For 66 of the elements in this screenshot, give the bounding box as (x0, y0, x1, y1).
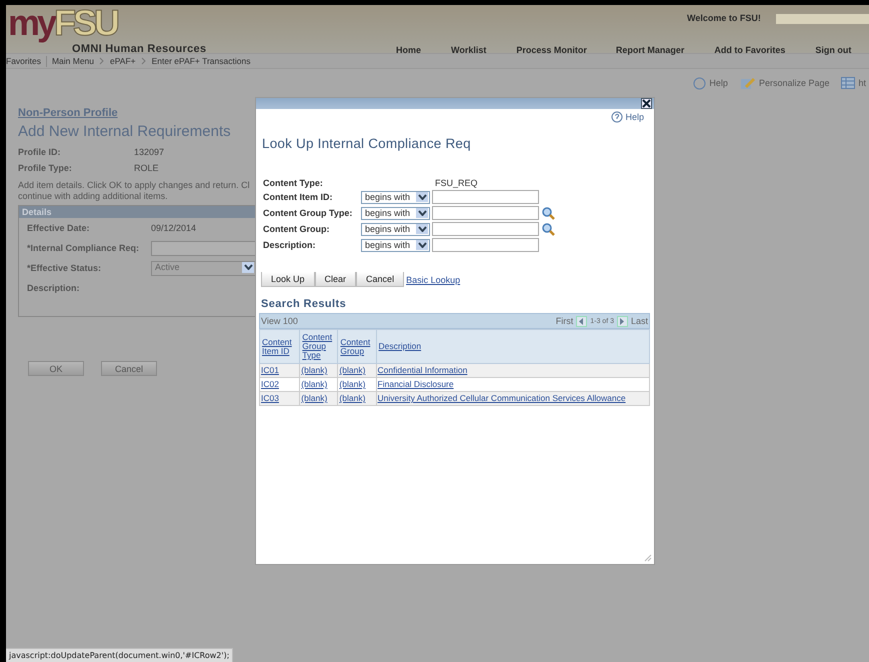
field-label: *Internal Compliance Req: (27, 243, 140, 253)
chevron-icon (99, 57, 106, 65)
dropdown-arrow-icon (416, 240, 428, 250)
help-link[interactable]: Help (611, 111, 644, 123)
first-link[interactable]: First (556, 316, 574, 326)
criteria-label: Content Item ID: (263, 192, 334, 202)
nav-link[interactable]: Home (396, 45, 422, 55)
nav-link[interactable]: Sign out (815, 45, 852, 55)
breadcrumb-link[interactable]: Favorites (6, 56, 41, 66)
field-label: Profile Type: (18, 163, 73, 173)
result-link[interactable]: Financial Disclosure (378, 379, 454, 389)
dialog-button[interactable]: Cancel (356, 272, 404, 287)
previous-icon[interactable] (576, 316, 588, 326)
criteria-label: Description: (263, 240, 317, 250)
view-all-link[interactable]: View 100 (261, 316, 298, 326)
dropdown-arrow-icon (416, 192, 428, 202)
operator-dropdown[interactable]: begins with (361, 190, 430, 204)
field-label: *Effective Status: (27, 263, 102, 273)
field-label: Effective Date: (27, 223, 91, 233)
app-title: OMNI Human Resources (72, 43, 206, 55)
field-value: ROLE (134, 163, 159, 173)
nav-link[interactable]: Report Manager (616, 45, 684, 55)
search-field[interactable] (776, 14, 869, 24)
breadcrumb-link[interactable]: ePAF+ (110, 56, 136, 66)
search-icon[interactable] (542, 206, 555, 220)
basic-lookup-link[interactable]: Basic Lookup (406, 274, 460, 284)
dropdown-arrow-icon (416, 208, 428, 218)
welcome-text: Welcome to FSU! (687, 13, 761, 23)
dialog-button[interactable]: Look Up (261, 272, 315, 287)
close-icon[interactable] (641, 98, 652, 109)
pencil-icon (740, 76, 756, 90)
field-value: 09/12/2014 (151, 223, 196, 233)
input-field[interactable] (432, 190, 539, 204)
operator-dropdown[interactable]: begins with (361, 206, 430, 220)
instructions-text: Add item details. Click OK to apply changes and return. Cl continue with adding additional items. (18, 180, 250, 202)
nav-link[interactable]: Process Monitor (516, 45, 587, 55)
operator-dropdown[interactable]: begins with (361, 222, 430, 236)
dialog-button[interactable]: Clear (314, 272, 356, 287)
dropdown-arrow-icon (242, 262, 254, 272)
criteria-value: FSU_REQ (435, 178, 478, 188)
last-link[interactable]: Last (630, 316, 648, 326)
page-link[interactable]: ht (841, 77, 866, 89)
next-icon[interactable] (616, 316, 628, 326)
field-label: Profile ID: (18, 147, 62, 157)
logo: myFSU (8, 5, 118, 43)
nav-link[interactable]: Worklist (451, 45, 486, 55)
input-field[interactable] (432, 222, 539, 236)
input-field[interactable] (432, 238, 539, 252)
grid-icon (841, 77, 856, 89)
resize-grip-icon[interactable] (644, 554, 652, 562)
field-label: Description: (27, 283, 81, 293)
chevron-icon (140, 57, 147, 65)
field-value: 132097 (134, 147, 164, 157)
criteria-label: Content Group: (263, 224, 330, 234)
operator-dropdown[interactable]: begins with (361, 238, 430, 252)
page-title: Add New Internal Requirements (18, 123, 232, 140)
search-icon[interactable] (542, 222, 555, 236)
dialog-title: Look Up Internal Compliance Req (262, 136, 472, 151)
criteria-label: Content Type: (263, 178, 324, 188)
nav-link[interactable]: Add to Favorites (714, 45, 786, 55)
breadcrumb-link[interactable]: Main Menu (52, 56, 94, 66)
results-title: Search Results (261, 298, 348, 310)
input-field[interactable] (432, 206, 539, 220)
dropdown-arrow-icon (416, 224, 428, 234)
status-bar: javascript:doUpdateParent(document.win0,'#ICRow2'); (6, 648, 234, 662)
breadcrumb-link[interactable]: Enter ePAF+ Transactions (152, 56, 250, 66)
